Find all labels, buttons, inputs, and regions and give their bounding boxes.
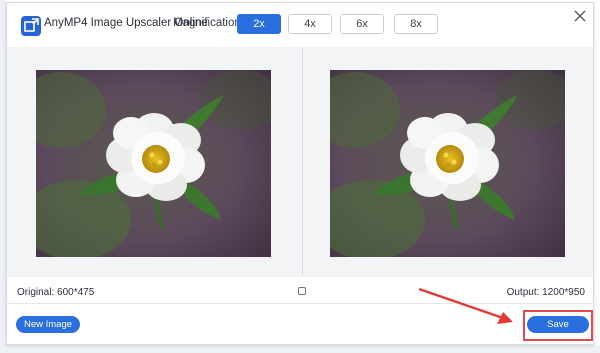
output-image — [330, 70, 565, 257]
magnification-label: Magnification: — [173, 17, 244, 29]
original-size-label: Original: 600*475 — [17, 287, 95, 298]
magnification-6x-button[interactable]: 6x — [340, 14, 384, 34]
fit-view-icon[interactable] — [298, 287, 306, 295]
upscaler-dialog: AnyMP4 Image Upscaler Online Magnificati… — [6, 2, 594, 345]
pointer-arrow-icon — [418, 287, 513, 324]
original-image — [36, 70, 271, 257]
new-image-button[interactable]: New Image — [16, 316, 80, 333]
magnification-4x-button[interactable]: 4x — [288, 14, 332, 34]
magnification-2x-button[interactable]: 2x — [237, 14, 281, 34]
save-button[interactable]: Save — [527, 316, 589, 333]
magnification-8x-button[interactable]: 8x — [394, 14, 438, 34]
close-icon[interactable] — [572, 8, 588, 24]
app-logo-icon — [21, 16, 41, 36]
background-bottom-edge — [0, 345, 600, 353]
